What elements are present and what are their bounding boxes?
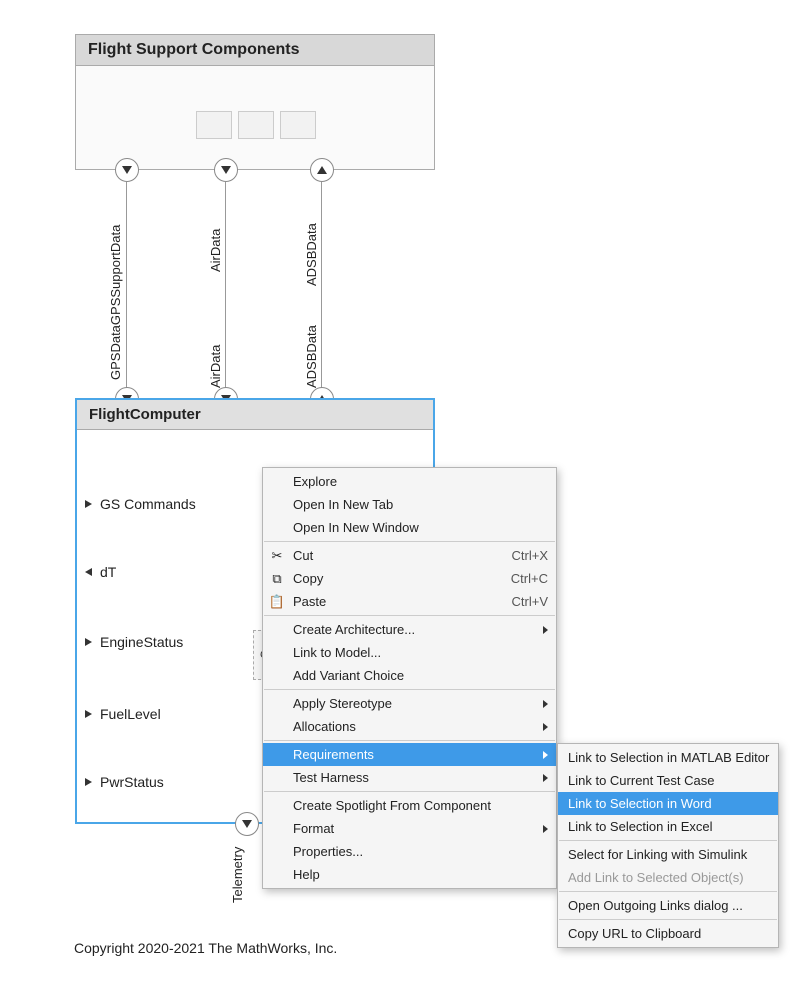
signal-label: Telemetry xyxy=(230,847,245,903)
triangle-right-icon xyxy=(85,710,92,718)
port-circle[interactable] xyxy=(214,158,238,182)
menu-item-paste[interactable]: 📋 PasteCtrl+V xyxy=(263,590,556,613)
input-port[interactable]: GS Commands xyxy=(85,496,196,512)
signal-label: AirData xyxy=(208,345,223,388)
menu-separator xyxy=(264,791,555,792)
menu-item-open-tab[interactable]: Open In New Tab xyxy=(263,493,556,516)
mini-component xyxy=(238,111,274,139)
menu-item-add-variant[interactable]: Add Variant Choice xyxy=(263,664,556,687)
menu-item-copy[interactable]: ⧉ CopyCtrl+C xyxy=(263,567,556,590)
submenu-arrow-icon xyxy=(543,723,548,731)
paste-icon: 📋 xyxy=(269,594,285,610)
menu-item-explore[interactable]: Explore xyxy=(263,470,556,493)
requirements-submenu: Link to Selection in MATLAB Editor Link … xyxy=(557,743,779,948)
block-title: Flight Support Components xyxy=(76,35,434,66)
menu-item-help[interactable]: Help xyxy=(263,863,556,886)
menu-separator xyxy=(559,840,777,841)
submenu-arrow-icon xyxy=(543,751,548,759)
mini-component xyxy=(280,111,316,139)
menu-item-open-window[interactable]: Open In New Window xyxy=(263,516,556,539)
triangle-down-icon xyxy=(221,166,231,174)
signal-label: GPSDataGPSSupportData xyxy=(108,225,123,380)
triangle-right-icon xyxy=(85,638,92,646)
menu-separator xyxy=(559,919,777,920)
triangle-right-icon xyxy=(85,500,92,508)
port-label: EngineStatus xyxy=(100,634,183,650)
menu-item-cut[interactable]: ✂ CutCtrl+X xyxy=(263,544,556,567)
copy-icon: ⧉ xyxy=(269,571,285,587)
triangle-down-icon xyxy=(122,166,132,174)
submenu-item-excel[interactable]: Link to Selection in Excel xyxy=(558,815,778,838)
menu-item-apply-stereotype[interactable]: Apply Stereotype xyxy=(263,692,556,715)
triangle-left-icon xyxy=(85,568,92,576)
submenu-item-outgoing[interactable]: Open Outgoing Links dialog ... xyxy=(558,894,778,917)
submenu-item-copyurl[interactable]: Copy URL to Clipboard xyxy=(558,922,778,945)
menu-item-requirements[interactable]: Requirements xyxy=(263,743,556,766)
triangle-up-icon xyxy=(317,166,327,174)
flight-support-block[interactable]: Flight Support Components xyxy=(75,34,435,170)
signal-label: ADSBData xyxy=(304,325,319,388)
triangle-down-icon xyxy=(242,820,252,828)
output-port[interactable]: dT xyxy=(85,564,116,580)
submenu-arrow-icon xyxy=(543,700,548,708)
context-menu: Explore Open In New Tab Open In New Wind… xyxy=(262,467,557,889)
signal-label: AirData xyxy=(208,229,223,272)
input-port[interactable]: PwrStatus xyxy=(85,774,164,790)
scissors-icon: ✂ xyxy=(269,548,285,564)
submenu-item-matlab[interactable]: Link to Selection in MATLAB Editor xyxy=(558,746,778,769)
signal-line xyxy=(225,182,226,388)
port-label: dT xyxy=(100,564,116,580)
port-label: GS Commands xyxy=(100,496,196,512)
submenu-arrow-icon xyxy=(543,774,548,782)
triangle-right-icon xyxy=(85,778,92,786)
menu-separator xyxy=(264,541,555,542)
menu-item-allocations[interactable]: Allocations xyxy=(263,715,556,738)
submenu-item-simulink[interactable]: Select for Linking with Simulink xyxy=(558,843,778,866)
mini-component xyxy=(196,111,232,139)
copyright-text: Copyright 2020-2021 The MathWorks, Inc. xyxy=(74,940,337,956)
input-port[interactable]: FuelLevel xyxy=(85,706,161,722)
block-title: FlightComputer xyxy=(77,400,433,430)
menu-item-test-harness[interactable]: Test Harness xyxy=(263,766,556,789)
inner-components xyxy=(196,111,316,139)
submenu-item-addlink: Add Link to Selected Object(s) xyxy=(558,866,778,889)
menu-separator xyxy=(264,689,555,690)
submenu-item-testcase[interactable]: Link to Current Test Case xyxy=(558,769,778,792)
menu-item-properties[interactable]: Properties... xyxy=(263,840,556,863)
submenu-arrow-icon xyxy=(543,825,548,833)
menu-item-create-architecture[interactable]: Create Architecture... xyxy=(263,618,556,641)
menu-separator xyxy=(559,891,777,892)
submenu-arrow-icon xyxy=(543,626,548,634)
menu-item-link-model[interactable]: Link to Model... xyxy=(263,641,556,664)
submenu-item-word[interactable]: Link to Selection in Word xyxy=(558,792,778,815)
port-circle[interactable] xyxy=(115,158,139,182)
signal-line xyxy=(321,182,322,388)
port-circle[interactable] xyxy=(235,812,259,836)
signal-label: ADSBData xyxy=(304,223,319,286)
port-circle[interactable] xyxy=(310,158,334,182)
input-port[interactable]: EngineStatus xyxy=(85,634,183,650)
menu-item-spotlight[interactable]: Create Spotlight From Component xyxy=(263,794,556,817)
menu-separator xyxy=(264,740,555,741)
signal-line xyxy=(126,182,127,388)
port-label: PwrStatus xyxy=(100,774,164,790)
menu-item-format[interactable]: Format xyxy=(263,817,556,840)
port-label: FuelLevel xyxy=(100,706,161,722)
menu-separator xyxy=(264,615,555,616)
